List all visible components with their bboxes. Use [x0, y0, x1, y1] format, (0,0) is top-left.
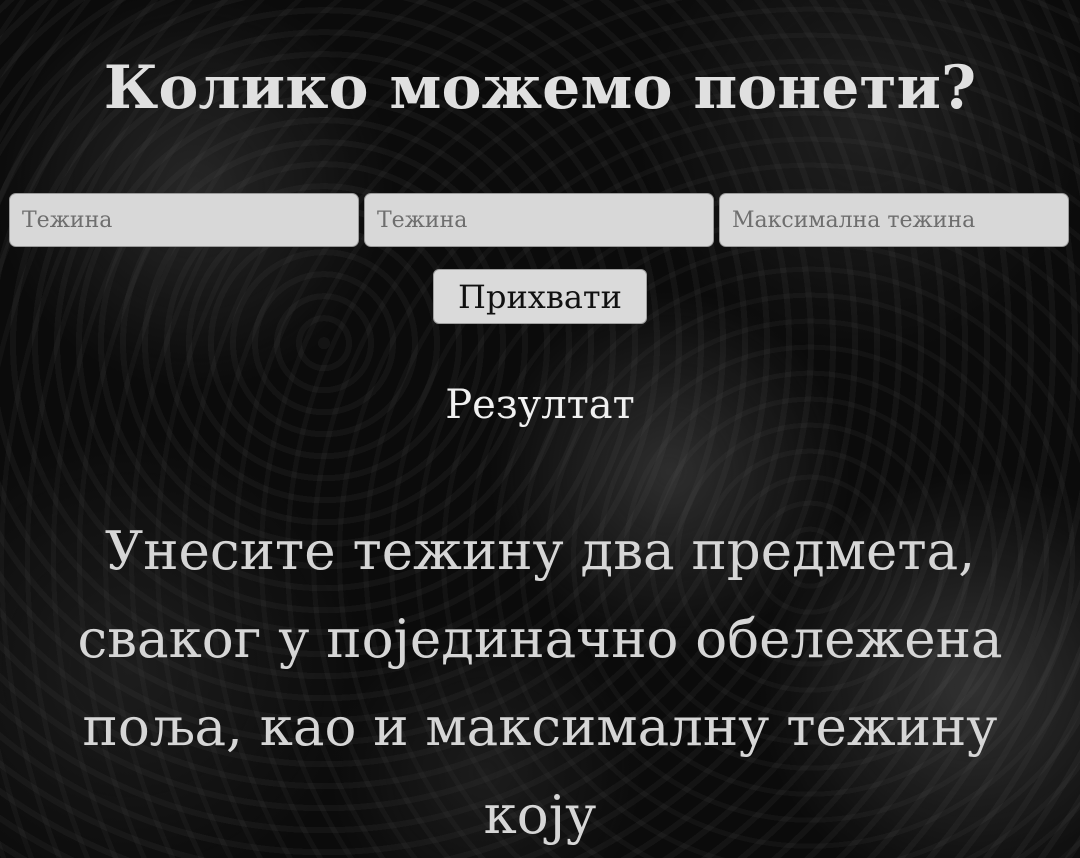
max-weight-input[interactable]	[719, 193, 1069, 247]
weight-2-input[interactable]	[364, 193, 714, 247]
accept-button[interactable]: Прихвати	[433, 269, 647, 324]
weight-input-row	[9, 193, 1071, 247]
instructions-text: Унесите тежину два предмета, сваког у по…	[77, 521, 1003, 846]
page-title: Колико можемо понети?	[103, 53, 977, 123]
result-label: Резултат	[445, 382, 635, 428]
weight-1-input[interactable]	[9, 193, 359, 247]
